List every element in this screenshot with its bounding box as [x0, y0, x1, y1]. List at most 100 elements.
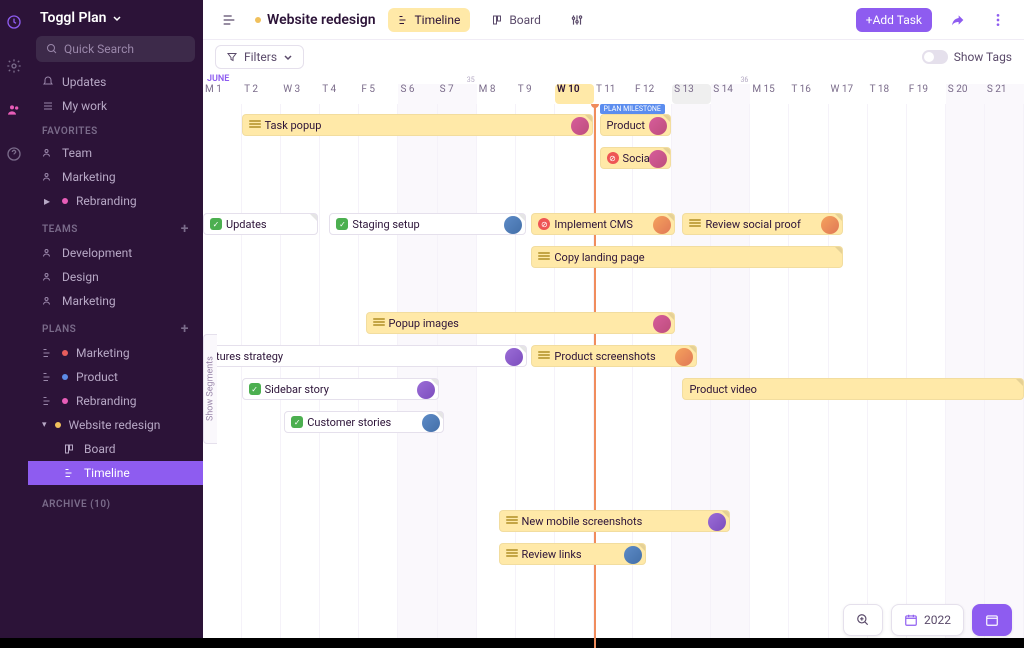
- settings-icon[interactable]: [563, 6, 591, 34]
- sidebar: Toggl Plan Quick Search Updates My work …: [28, 0, 203, 648]
- task-review-social-proof[interactable]: Review social proof: [682, 213, 842, 235]
- footer-controls: 2022: [843, 604, 1012, 636]
- task-product-screenshots[interactable]: Product screenshots: [531, 345, 697, 367]
- sidebar-item-timeline[interactable]: Timeline: [28, 461, 203, 485]
- list-icon: [42, 100, 54, 112]
- task-customer-stories[interactable]: ✓Customer stories: [284, 411, 444, 433]
- workspace-switcher[interactable]: Toggl Plan: [28, 0, 203, 36]
- collapse-sidebar-icon[interactable]: [215, 6, 243, 34]
- day-T-11[interactable]: T 11: [594, 84, 633, 104]
- day-S-21[interactable]: S 21: [985, 84, 1024, 104]
- task-copy-landing-page[interactable]: Copy landing page: [531, 246, 843, 268]
- logo-icon[interactable]: [0, 8, 28, 36]
- filter-bar: Filters Show Tags: [203, 40, 1024, 74]
- month-label: JUNE: [207, 74, 229, 84]
- day-M-8[interactable]: M 8: [477, 84, 516, 104]
- day-header: M 1T 2W 3T 4F 5S 6S 735M 8T 9W 10T 11F 1…: [203, 84, 1024, 104]
- zoom-button[interactable]: [843, 604, 883, 636]
- board-icon: [492, 14, 504, 26]
- day-S-14[interactable]: S 1436: [711, 84, 750, 104]
- milestone-marker[interactable]: PLAN MILESTONE: [600, 104, 665, 114]
- view-timeline[interactable]: Timeline: [388, 8, 471, 32]
- favorites-header: FAVORITES: [28, 118, 203, 141]
- settings-icon[interactable]: [0, 52, 28, 80]
- search-placeholder: Quick Search: [64, 42, 134, 56]
- topbar: Website redesign Timeline Board +Add Tas…: [203, 0, 1024, 40]
- teams-header: TEAMS +: [28, 213, 203, 241]
- day-S-13[interactable]: S 13: [672, 84, 711, 104]
- day-T-2[interactable]: T 2: [242, 84, 281, 104]
- project-title: Website redesign: [255, 12, 376, 28]
- task-social[interactable]: ⊘Social: [600, 147, 671, 169]
- task-staging-setup[interactable]: ✓Staging setup: [329, 213, 526, 235]
- day-W-17[interactable]: W 17: [829, 84, 868, 104]
- day-T-18[interactable]: T 18: [868, 84, 907, 104]
- day-S-6[interactable]: S 6: [398, 84, 437, 104]
- add-task-button[interactable]: +Add Task: [856, 8, 932, 32]
- sidebar-item-website-redesign[interactable]: ▾Website redesign: [28, 413, 203, 437]
- switch[interactable]: [922, 50, 948, 64]
- day-T-4[interactable]: T 4: [320, 84, 359, 104]
- today-button[interactable]: [972, 604, 1012, 636]
- search-input[interactable]: Quick Search: [36, 36, 195, 62]
- day-F-12[interactable]: F 12: [633, 84, 672, 104]
- nav-updates[interactable]: Updates: [28, 70, 203, 94]
- day-M-1[interactable]: M 1: [203, 84, 242, 104]
- day-T-9[interactable]: T 9: [516, 84, 555, 104]
- task-product-video[interactable]: Product video: [682, 378, 1024, 400]
- more-icon[interactable]: [984, 6, 1012, 34]
- day-M-15[interactable]: M 15: [750, 84, 789, 104]
- sidebar-item-board[interactable]: Board: [28, 437, 203, 461]
- tasks-layer: Task popup Product ⊘Social ✓Updates ✓Staging…: [203, 114, 1024, 648]
- task-updates[interactable]: ✓Updates: [203, 213, 318, 235]
- calendar-icon: [904, 613, 918, 627]
- view-board[interactable]: Board: [482, 8, 551, 32]
- filters-button[interactable]: Filters: [215, 45, 304, 69]
- sidebar-item-marketing[interactable]: Marketing: [28, 165, 203, 189]
- day-W-10[interactable]: W 10: [555, 84, 594, 104]
- main-area: Website redesign Timeline Board +Add Tas…: [203, 0, 1024, 648]
- show-tags-toggle[interactable]: Show Tags: [922, 50, 1012, 64]
- sidebar-item-marketing[interactable]: Marketing: [28, 289, 203, 313]
- day-S-20[interactable]: S 20: [946, 84, 985, 104]
- day-F-5[interactable]: F 5: [359, 84, 398, 104]
- day-S-7[interactable]: S 735: [438, 84, 477, 104]
- workspace-name: Toggl Plan: [40, 10, 106, 26]
- add-plan-icon[interactable]: +: [181, 321, 189, 337]
- nav-mywork[interactable]: My work: [28, 94, 203, 118]
- task-popup-images[interactable]: Popup images: [366, 312, 676, 334]
- sidebar-item-marketing[interactable]: Marketing: [28, 341, 203, 365]
- app-rail: [0, 0, 28, 648]
- plans-header: PLANS +: [28, 313, 203, 341]
- chevron-down-icon: [283, 52, 293, 62]
- task-implement-cms[interactable]: ⊘Implement CMS: [531, 213, 675, 235]
- timeline-icon: [398, 14, 410, 26]
- year-button[interactable]: 2022: [891, 604, 964, 636]
- show-segments-button[interactable]: Show Segments: [203, 334, 217, 444]
- day-T-16[interactable]: T 16: [789, 84, 828, 104]
- timeline: JUNE M 1T 2W 3T 4F 5S 6S 735M 8T 9W 10T …: [203, 74, 1024, 648]
- help-icon[interactable]: [0, 140, 28, 168]
- bell-icon: [42, 76, 54, 88]
- task-new-mobile-screenshots[interactable]: New mobile screenshots: [499, 510, 731, 532]
- day-W-3[interactable]: W 3: [281, 84, 320, 104]
- day-F-19[interactable]: F 19: [907, 84, 946, 104]
- filter-icon: [226, 51, 238, 63]
- project-color-dot: [255, 17, 261, 23]
- sidebar-item-design[interactable]: Design: [28, 265, 203, 289]
- sidebar-item-development[interactable]: Development: [28, 241, 203, 265]
- task-product[interactable]: Product: [600, 114, 671, 136]
- sidebar-item-rebranding[interactable]: Rebranding: [28, 389, 203, 413]
- chevron-down-icon: [112, 13, 122, 23]
- sidebar-item-rebranding[interactable]: ▸Rebranding: [28, 189, 203, 213]
- sidebar-item-team[interactable]: Team: [28, 141, 203, 165]
- task-sidebar-story[interactable]: ✓Sidebar story: [242, 378, 439, 400]
- people-icon[interactable]: [0, 96, 28, 124]
- archive-header[interactable]: ARCHIVE (10): [28, 491, 203, 514]
- sidebar-item-product[interactable]: Product: [28, 365, 203, 389]
- add-team-icon[interactable]: +: [181, 221, 189, 237]
- task-review-links[interactable]: Review links: [499, 543, 647, 565]
- task-atures-strategy[interactable]: atures strategy: [203, 345, 527, 367]
- task-task-popup[interactable]: Task popup: [242, 114, 593, 136]
- share-icon[interactable]: [944, 6, 972, 34]
